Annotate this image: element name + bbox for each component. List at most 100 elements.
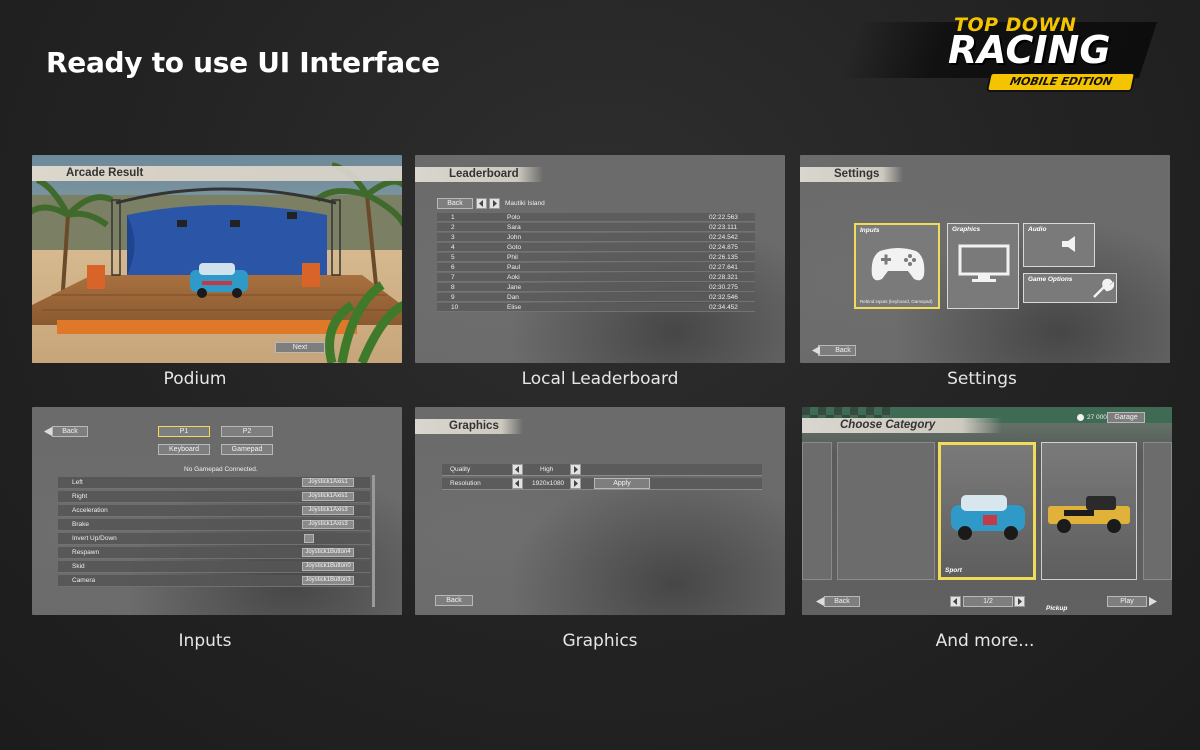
leaderboard-time: 02:23.111: [709, 224, 737, 231]
inputs-scrollbar[interactable]: [372, 475, 375, 607]
graphics-tile[interactable]: Graphics: [947, 223, 1019, 309]
card-slot-empty: [837, 442, 935, 580]
leaderboard-name: Phil: [507, 254, 518, 261]
game-options-tile[interactable]: Game Options: [1023, 273, 1117, 303]
category-title-text: Choose Category: [840, 419, 936, 431]
player-2-tab[interactable]: P2: [221, 426, 273, 437]
leaderboard-time: 02:27.641: [709, 264, 738, 271]
quality-value: High: [540, 466, 554, 473]
inputs-back-button[interactable]: Back: [52, 426, 88, 437]
input-binding-value[interactable]: Joystick1Button0: [302, 562, 354, 571]
game-options-tile-label: Game Options: [1028, 276, 1073, 283]
gamepad-icon: [871, 248, 925, 281]
input-binding-row: Respawn Joystick1Button4: [58, 547, 370, 559]
leaderboard-row: 7 Aoki 02:28.321: [437, 273, 755, 282]
input-binding-label: Acceleration: [72, 507, 108, 514]
leaderboard-name: Jane: [507, 284, 522, 291]
quality-label: Quality: [450, 466, 471, 473]
resolution-prev-button[interactable]: [512, 478, 523, 489]
arrow-left-icon: [515, 466, 519, 473]
invert-checkbox[interactable]: [304, 534, 314, 543]
quality-prev-button[interactable]: [512, 464, 523, 475]
input-binding-label: Respawn: [72, 549, 100, 556]
play-button[interactable]: Play: [1107, 596, 1147, 607]
arrow-right-icon: [1018, 598, 1022, 605]
graphics-back-button[interactable]: Back: [435, 595, 473, 606]
category-back-button[interactable]: Back: [824, 596, 860, 607]
player-1-tab[interactable]: P1: [158, 426, 210, 437]
leaderboard-row: 9 Dan 02:32.546: [437, 293, 755, 302]
settings-back-button[interactable]: Back: [818, 345, 856, 356]
inputs-screenshot: Back P1 P2 Keyboard Gamepad No Gamepad C…: [32, 407, 402, 615]
input-binding-value[interactable]: Joystick1Button3: [302, 576, 354, 585]
keyboard-tab[interactable]: Keyboard: [158, 444, 210, 455]
audio-tile-label: Audio: [1028, 226, 1047, 233]
back-arrow-icon: [816, 597, 824, 606]
next-button[interactable]: Next: [275, 342, 325, 353]
input-binding-row: Brake Joystick1Axis3: [58, 519, 370, 531]
back-arrow-icon: [44, 427, 52, 436]
page-next-button[interactable]: [1014, 596, 1025, 607]
category-card-sport[interactable]: Sport: [938, 442, 1036, 580]
graphics-tile-label: Graphics: [952, 226, 981, 233]
leaderboard-name: Goto: [507, 244, 522, 251]
inputs-tile[interactable]: Inputs Rebind inputs (keyboard, Gamepad): [854, 223, 940, 309]
audio-tile[interactable]: Audio: [1023, 223, 1095, 267]
podium-title: Arcade Result: [32, 166, 402, 181]
input-binding-label: Left: [72, 479, 83, 486]
settings-title: Settings: [800, 167, 904, 182]
input-binding-row: Invert Up/Down: [58, 533, 370, 545]
input-binding-row: Left Joystick1Axis1: [58, 477, 370, 489]
leaderboard-time: 02:34.452: [709, 304, 738, 311]
input-binding-label: Invert Up/Down: [72, 535, 117, 542]
leaderboard-time: 02:22.563: [709, 214, 738, 221]
podium-scene: [32, 155, 402, 363]
leaderboard-screenshot: Leaderboard Back Mautiki Island 1 Polo 02:…: [415, 155, 785, 363]
caption-graphics: Graphics: [562, 631, 638, 651]
input-binding-value[interactable]: Joystick1Axis3: [302, 520, 354, 529]
prev-track-button[interactable]: [476, 198, 487, 209]
caption-podium: Podium: [163, 369, 227, 389]
caption-leaderboard: Local Leaderboard: [521, 369, 679, 389]
garage-button[interactable]: Garage: [1107, 412, 1145, 423]
inputs-tile-label: Inputs: [860, 227, 880, 234]
page-indicator: 1/2: [963, 596, 1013, 607]
next-track-button[interactable]: [489, 198, 500, 209]
inputs-tile-subtitle: Rebind inputs (keyboard, Gamepad): [860, 299, 933, 304]
page-prev-button[interactable]: [950, 596, 961, 607]
leaderboard-row: 2 Sara 02:23.111: [437, 223, 755, 232]
quality-next-button[interactable]: [570, 464, 581, 475]
wrench-icon: [1093, 278, 1114, 298]
leaderboard-rank: 5: [451, 254, 455, 261]
back-arrow-icon: [812, 346, 820, 355]
game-logo: TOP DOWN RACING MOBILE EDITION: [840, 12, 1158, 98]
leaderboard-back-button[interactable]: Back: [437, 198, 473, 209]
leaderboard-row: 8 Jane 02:30.275: [437, 283, 755, 292]
arrow-right-icon: [574, 480, 578, 487]
resolution-next-button[interactable]: [570, 478, 581, 489]
leaderboard-name: Paul: [507, 264, 521, 271]
leaderboard-time: 02:28.321: [709, 274, 738, 281]
resolution-label: Resolution: [450, 480, 481, 487]
apply-button[interactable]: Apply: [594, 478, 650, 489]
coin-icon: [1077, 414, 1084, 421]
input-binding-value[interactable]: Joystick1Axis1: [302, 492, 354, 501]
leaderboard-row: 5 Phil 02:26.135: [437, 253, 755, 262]
leaderboard-rank: 3: [451, 234, 455, 241]
input-binding-value[interactable]: Joystick1Button4: [302, 548, 354, 557]
monitor-icon: [958, 244, 1010, 282]
input-binding-row: Right Joystick1Axis1: [58, 491, 370, 503]
sport-card-label: Sport: [945, 567, 962, 574]
sport-car-image: [951, 495, 1025, 540]
category-screenshot: Choose Category 27 000 Garage Sport Pick…: [802, 407, 1172, 615]
leaderboard-name: John: [507, 234, 522, 241]
gamepad-tab[interactable]: Gamepad: [221, 444, 273, 455]
input-binding-value[interactable]: Joystick1Axis1: [302, 478, 354, 487]
input-binding-value[interactable]: Joystick1Axis3: [302, 506, 354, 515]
category-card-pickup[interactable]: Pickup: [1041, 442, 1137, 612]
leaderboard-rank: 8: [451, 284, 455, 291]
input-binding-label: Camera: [72, 577, 96, 584]
leaderboard-title: Leaderboard: [415, 167, 543, 182]
coin-balance: 27 000: [1087, 414, 1107, 421]
leaderboard-time: 02:32.546: [709, 294, 738, 301]
